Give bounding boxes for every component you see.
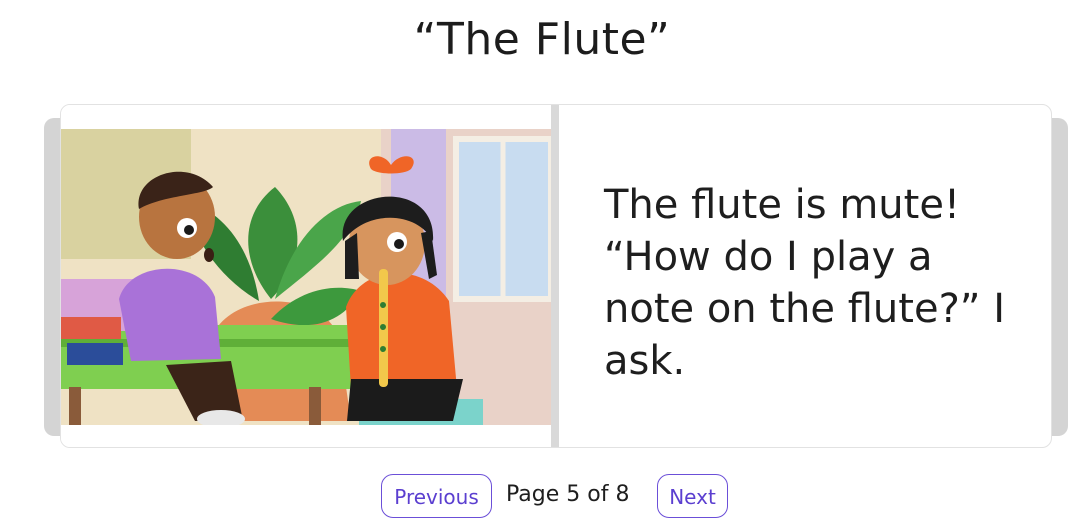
left-page bbox=[61, 105, 551, 447]
right-page: The flute is mute! “How do I play a note… bbox=[559, 105, 1051, 447]
story-text-line: ask. bbox=[604, 338, 686, 384]
story-text-line: The flute is mute! bbox=[604, 182, 960, 228]
previous-button[interactable]: Previous bbox=[381, 474, 492, 518]
story-illustration bbox=[61, 129, 551, 425]
story-text-line: note on the flute?” I bbox=[604, 286, 1006, 332]
page-indicator: Page 5 of 8 bbox=[506, 482, 630, 507]
story-text: The flute is mute! “How do I play a note… bbox=[604, 179, 1024, 387]
story-text-line: “How do I play a bbox=[604, 234, 933, 280]
book-spine bbox=[551, 105, 559, 447]
next-button[interactable]: Next bbox=[657, 474, 728, 518]
story-title: “The Flute” bbox=[413, 14, 671, 65]
book-spread: The flute is mute! “How do I play a note… bbox=[60, 104, 1052, 448]
page-navigation: Previous Page 5 of 8 Next bbox=[0, 474, 1084, 522]
